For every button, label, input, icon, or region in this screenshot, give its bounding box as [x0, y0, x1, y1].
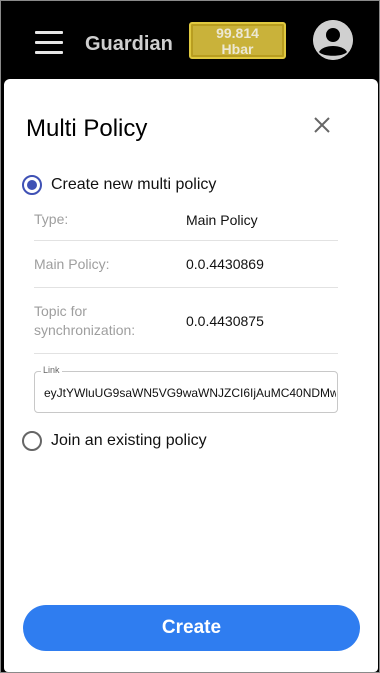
detail-row-topic: Topic for synchronization: 0.0.4430875: [34, 288, 338, 354]
detail-key: Topic for synchronization:: [34, 302, 136, 338]
link-field: Link: [34, 365, 338, 413]
join-existing-radio[interactable]: [22, 431, 42, 451]
app-frame: Guardian 99.814 Hbar Multi Policy Create…: [0, 0, 380, 673]
link-label: Link: [41, 365, 62, 375]
top-bar: Guardian 99.814 Hbar: [1, 1, 379, 79]
link-input[interactable]: [44, 386, 336, 400]
join-existing-option[interactable]: Join an existing policy: [22, 431, 207, 451]
app-title: Guardian: [85, 33, 173, 55]
account-circle-icon[interactable]: [313, 20, 353, 60]
detail-row-type: Type: Main Policy: [34, 199, 338, 241]
detail-value: 0.0.4430875: [186, 312, 264, 329]
detail-key: Type:: [34, 211, 69, 227]
balance-unit: Hbar: [221, 41, 254, 57]
balance-amount: 99.814: [216, 25, 259, 41]
detail-row-main-policy: Main Policy: 0.0.4430869: [34, 241, 338, 288]
hamburger-icon[interactable]: [35, 31, 63, 55]
policy-details: Type: Main Policy Main Policy: 0.0.44308…: [34, 199, 338, 354]
close-icon[interactable]: [311, 114, 333, 136]
create-new-label: Create new multi policy: [51, 176, 217, 193]
create-button[interactable]: Create: [23, 605, 360, 651]
create-new-radio[interactable]: [22, 175, 42, 195]
detail-value: 0.0.4430869: [186, 256, 264, 272]
balance-badge: 99.814 Hbar: [189, 22, 286, 59]
dialog-title: Multi Policy: [26, 115, 148, 142]
detail-value: Main Policy: [186, 211, 258, 228]
detail-key: Main Policy:: [34, 255, 110, 272]
join-existing-label: Join an existing policy: [51, 432, 207, 449]
multi-policy-dialog: Multi Policy Create new multi policy Typ…: [4, 79, 378, 672]
create-new-option[interactable]: Create new multi policy: [22, 175, 216, 195]
